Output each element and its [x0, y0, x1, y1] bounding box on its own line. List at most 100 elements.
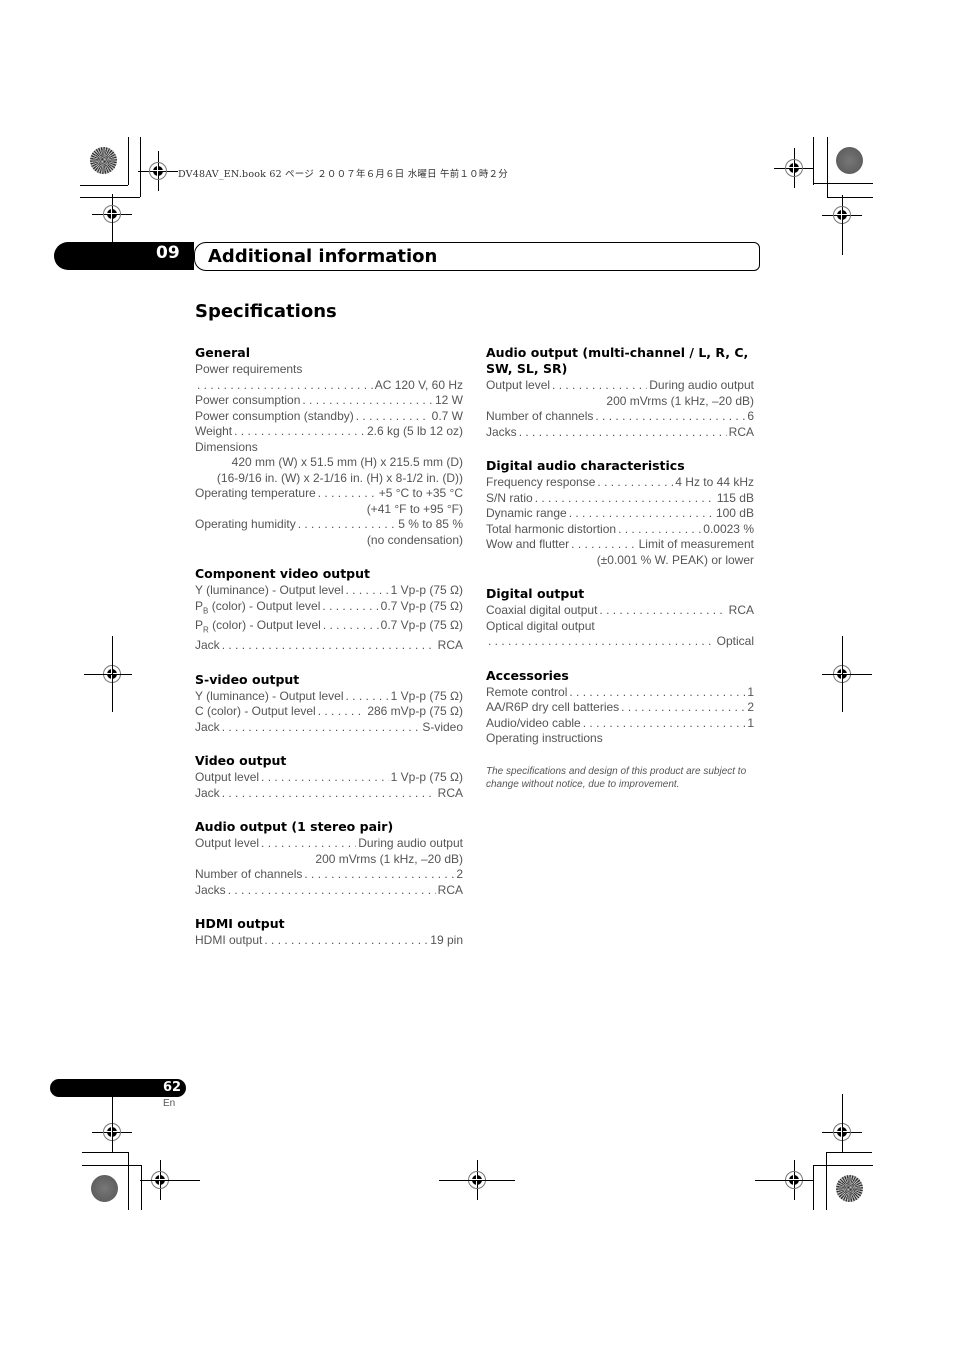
- page-number: 62: [163, 1080, 182, 1095]
- spec-label: Frequency response: [486, 475, 596, 489]
- spec-label: Jack: [195, 719, 220, 734]
- spec-continuation: 200 mVrms (1 kHz, –20 dB): [315, 851, 463, 866]
- spec-row: S/N ratio 115 dB: [486, 491, 754, 507]
- specs-disclaimer: The specifications and design of this pr…: [486, 765, 747, 790]
- dot-leader: [488, 634, 715, 650]
- spec-row: Jack RCA: [195, 786, 463, 802]
- spec-row: Optical: [486, 634, 754, 650]
- spec-row: Remote control 1: [486, 685, 754, 701]
- spec-value: 12 W: [434, 393, 463, 407]
- crop-line: [128, 137, 129, 185]
- crop-line: [827, 197, 873, 198]
- registration-disc-icon: [91, 1175, 118, 1202]
- spec-label: PB (color) - Output level: [195, 598, 321, 615]
- spec-label: Y (luminance) - Output level: [195, 583, 344, 597]
- specs-right-column: Audio output (multi-channel / L, R, C, S…: [486, 345, 754, 791]
- spec-label: Operating humidity: [195, 517, 296, 531]
- dot-leader: [323, 618, 379, 638]
- crop-line: [128, 1152, 129, 1210]
- spec-value: 19 pin: [430, 933, 463, 948]
- spec-value: 0.7 W: [431, 408, 463, 423]
- spec-value: 6: [747, 409, 754, 423]
- spec-value: 286 mVp-p (75 Ω): [367, 704, 463, 719]
- spec-label: Output level: [195, 836, 260, 851]
- spec-value: Limit of measurement: [638, 537, 754, 551]
- spec-row: Output level During audio output: [486, 378, 754, 394]
- crop-line: [842, 1094, 843, 1150]
- spec-row: Output level During audio output: [195, 836, 463, 852]
- crop-line: [145, 1180, 200, 1181]
- crop-line: [826, 674, 872, 675]
- section-heading: Audio output (1 stereo pair): [195, 819, 394, 835]
- spec-label: Jack: [195, 638, 220, 653]
- spec-row: Weight 2.6 kg (5 lb 12 oz): [195, 424, 463, 440]
- spec-value: 5 % to 85 %: [398, 517, 463, 531]
- dot-leader: [618, 522, 701, 538]
- print-header: DV48AV_EN.book 62 ページ ２００７年６月６日 水曜日 午前１０…: [178, 169, 508, 180]
- spec-section: Video outputOutput level1 Vp-p (75 Ω)Jac…: [195, 753, 463, 801]
- spec-row: Audio/video cable 1: [486, 716, 754, 732]
- spec-row: Jacks RCA: [195, 883, 463, 899]
- dot-leader: [197, 378, 373, 394]
- spec-label: Number of channels: [486, 409, 594, 423]
- spec-value: 0.7 Vp-p (75 Ω): [380, 598, 463, 613]
- dot-leader: [298, 517, 397, 533]
- dot-leader: [595, 409, 745, 425]
- spec-value: RCA: [728, 424, 754, 439]
- spec-value: Optical: [716, 634, 754, 648]
- dot-leader: [222, 638, 436, 654]
- spec-label: Audio/video cable: [486, 715, 581, 730]
- section-heading: General: [195, 345, 250, 360]
- section-heading: HDMI output: [195, 916, 285, 932]
- chapter-number: 09: [156, 243, 180, 263]
- dot-leader: [261, 836, 356, 852]
- section-heading: Audio output (multi-channel / L, R, C, S…: [486, 345, 749, 376]
- spec-label: Power requirements: [195, 362, 303, 376]
- crop-line: [813, 1165, 873, 1166]
- spec-label: Operating instructions: [486, 731, 603, 745]
- registration-disc-icon: [836, 147, 863, 174]
- dot-leader: [222, 786, 436, 802]
- spec-continuation: (no condensation): [366, 532, 463, 547]
- spec-label: Optical digital output: [486, 618, 595, 633]
- spec-label: Output level: [195, 770, 260, 785]
- spec-value: AC 120 V, 60 Hz: [374, 377, 463, 392]
- spec-row: Total harmonic distortion 0.0023 %: [486, 522, 754, 538]
- spec-label: Output level: [486, 378, 551, 392]
- spec-label: Remote control: [486, 684, 568, 699]
- spec-label: Jacks: [486, 424, 517, 439]
- specs-left-column: General Power requirements AC 120 V, 60 Hz…: [195, 345, 463, 967]
- dot-leader: [519, 425, 727, 441]
- dot-leader: [304, 867, 454, 883]
- spec-row: Frequency response 4 Hz to 44 kHz: [486, 475, 754, 491]
- section-heading: Digital audio characteristics: [486, 458, 685, 473]
- page-title: Specifications: [195, 301, 337, 322]
- spec-value: 2.6 kg (5 lb 12 oz): [366, 424, 463, 438]
- spec-label: Power consumption: [195, 393, 301, 407]
- crop-line: [112, 214, 113, 244]
- section-heading: S-video output: [195, 671, 300, 687]
- crop-line: [439, 1180, 515, 1181]
- crop-line: [112, 1097, 113, 1147]
- spec-value: RCA: [437, 882, 463, 897]
- section-heading: Component video output: [195, 566, 371, 581]
- chapter-title: Additional information: [208, 246, 438, 267]
- spec-label: Number of channels: [195, 867, 303, 882]
- spec-value: +5 °C to +35 °C: [378, 486, 463, 500]
- spec-row: Power consumption 12 W: [195, 393, 463, 409]
- crop-line: [826, 1152, 872, 1153]
- spec-label: Jack: [195, 785, 220, 800]
- dot-leader: [621, 700, 745, 716]
- crop-line: [827, 137, 828, 197]
- spec-section: General Power requirements AC 120 V, 60 Hz…: [195, 345, 463, 548]
- crop-line: [80, 197, 140, 198]
- spec-value: 1: [747, 715, 754, 730]
- dot-leader: [571, 537, 636, 553]
- spec-section: S-video output Y (luminance) - Output lev…: [195, 672, 463, 736]
- spec-value: RCA: [437, 785, 463, 800]
- spec-value: RCA: [437, 638, 463, 653]
- spec-continuation: (±0.001 % W. PEAK) or lower: [596, 552, 754, 567]
- spec-row: PB (color) - Output level 0.7 Vp-p (75 Ω): [195, 599, 463, 619]
- spec-row: PR (color) - Output level 0.7 Vp-p (75 Ω): [195, 618, 463, 638]
- spec-row: Y (luminance) - Output level 1 Vp-p (75 Ω…: [195, 689, 463, 705]
